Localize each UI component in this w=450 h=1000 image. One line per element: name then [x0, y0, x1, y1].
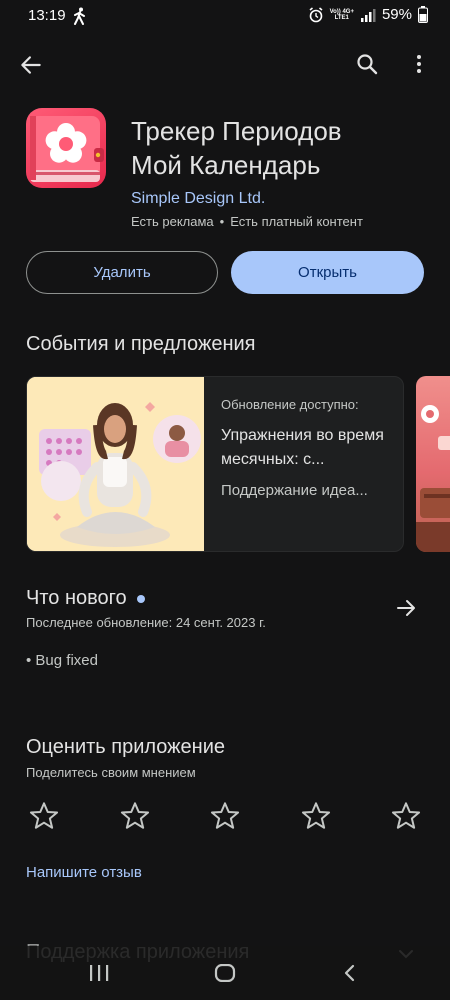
app-title: Трекер Периодов Мой Календарь [131, 116, 342, 180]
walking-icon [74, 7, 85, 25]
rating-stars [26, 800, 426, 834]
star-icon[interactable] [119, 800, 151, 832]
open-button[interactable]: Открыть [231, 251, 424, 294]
back-nav-icon[interactable] [342, 964, 358, 982]
event-text: Обновление доступно: Упражнения во время… [221, 397, 391, 499]
status-time: 13:19 [28, 7, 66, 24]
recent-apps-icon[interactable] [88, 964, 110, 982]
battery-percent: 59% [381, 6, 412, 23]
home-icon[interactable] [214, 964, 236, 982]
ads-label: Есть реклама [131, 214, 214, 229]
event-illustration [27, 377, 204, 551]
app-bar [0, 44, 450, 84]
star-icon[interactable] [390, 800, 422, 832]
calendar-flower-icon [30, 116, 104, 182]
iap-label: Есть платный контент [230, 214, 363, 229]
arrow-right-icon[interactable] [394, 596, 418, 620]
star-icon[interactable] [300, 800, 332, 832]
event-card-next[interactable] [416, 376, 450, 552]
new-indicator-dot [136, 594, 145, 603]
whats-new-title[interactable]: Что нового [26, 587, 145, 610]
uninstall-button[interactable]: Удалить [26, 251, 218, 294]
rate-app-subtitle: Поделитесь своим мнением [26, 765, 196, 780]
star-icon[interactable] [209, 800, 241, 832]
rate-app-title: Оценить приложение [26, 736, 226, 758]
write-review-link[interactable]: Напишите отзыв [26, 864, 142, 881]
changelog-text: • Bug fixed [26, 652, 98, 669]
network-indicator: Vo)) 4G+ LTE1 [329, 8, 354, 21]
event-headline: Упражнения во время месячных: с... [221, 427, 384, 468]
signal-icon [360, 8, 376, 22]
back-arrow-icon[interactable] [18, 52, 44, 78]
status-bar: 13:19 Vo)) 4G+ LTE1 59% [0, 0, 450, 34]
travel-illustration [416, 405, 450, 552]
developer-link[interactable]: Simple Design Ltd. [131, 190, 265, 208]
event-card[interactable]: Обновление доступно: Упражнения во время… [26, 376, 404, 552]
events-section-title: События и предложения [26, 333, 256, 355]
status-icons: Vo)) 4G+ LTE1 59% [308, 6, 428, 23]
app-meta: Есть реклама • Есть платный контент [131, 214, 363, 229]
battery-icon [418, 6, 428, 23]
alarm-icon [309, 6, 323, 22]
event-label: Обновление доступно: [221, 397, 359, 412]
app-icon [26, 108, 106, 188]
last-updated: Последнее обновление: 24 сент. 2023 г. [26, 615, 266, 630]
search-icon[interactable] [355, 52, 379, 76]
star-icon[interactable] [28, 800, 60, 832]
event-description: Поддержание идеа... [221, 482, 368, 499]
system-nav-bar [0, 946, 450, 1000]
more-vert-icon[interactable] [409, 52, 429, 76]
